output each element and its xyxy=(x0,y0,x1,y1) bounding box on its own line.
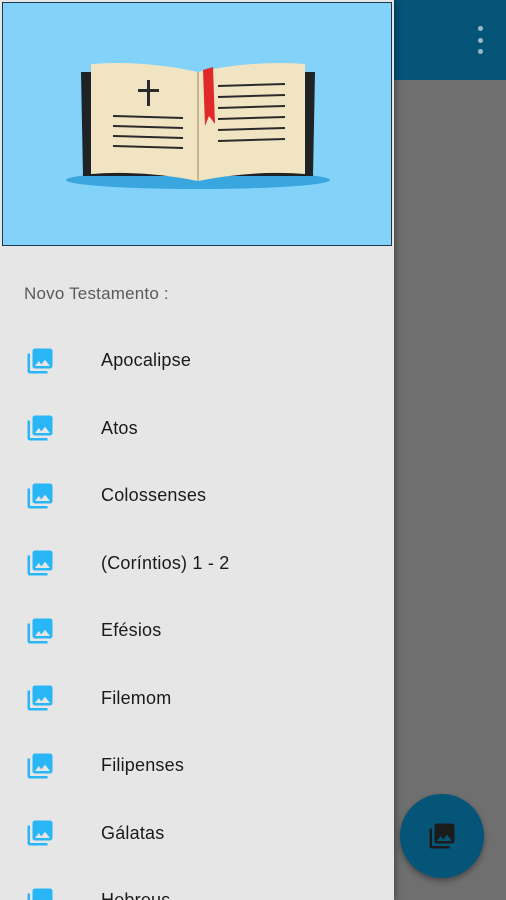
photo-library-icon xyxy=(27,618,53,644)
drawer-menu-item-label: Atos xyxy=(101,417,138,438)
drawer-menu-item[interactable]: Colossenses xyxy=(0,462,394,530)
drawer-menu-item-label: Filemom xyxy=(101,687,172,708)
drawer-menu-item[interactable]: Atos xyxy=(0,395,394,463)
photo-library-icon xyxy=(27,348,53,374)
drawer-menu-item[interactable]: Hebreus xyxy=(0,867,394,900)
photo-library-icon xyxy=(429,823,455,849)
open-bible-illustration xyxy=(66,63,330,189)
navigation-drawer: Novo Testamento : Apocalipse Atos Colossen… xyxy=(0,0,394,900)
section-title: Novo Testamento : xyxy=(24,284,169,303)
drawer-menu-item[interactable]: Efésios xyxy=(0,597,394,665)
drawer-menu-item-label: Efésios xyxy=(101,620,162,641)
drawer-menu-item-label: Apocalipse xyxy=(101,350,192,371)
drawer-menu-item-label: Colossenses xyxy=(101,485,207,506)
photo-library-icon xyxy=(27,483,53,509)
photo-library-icon xyxy=(27,415,53,441)
drawer-menu-item[interactable]: Filipenses xyxy=(0,732,394,800)
photo-library-icon xyxy=(27,888,53,900)
drawer-menu-item[interactable]: Apocalipse xyxy=(0,327,394,395)
more-vert-icon[interactable] xyxy=(472,26,488,54)
photo-library-icon xyxy=(27,753,53,779)
drawer-menu-item[interactable]: Filemom xyxy=(0,665,394,733)
drawer-menu-item-label: (Coríntios) 1 - 2 xyxy=(101,552,230,573)
drawer-menu-item-label: Gálatas xyxy=(101,822,165,843)
photo-library-fab-button[interactable] xyxy=(400,794,484,878)
drawer-menu-item-label: Filipenses xyxy=(101,755,185,776)
drawer-header xyxy=(2,2,392,246)
drawer-menu-item[interactable]: Gálatas xyxy=(0,800,394,868)
photo-library-icon xyxy=(27,685,53,711)
drawer-menu-item-label: Hebreus xyxy=(101,890,170,900)
book-list: Apocalipse Atos Colossenses (Coríntios) 1 -… xyxy=(0,327,394,900)
photo-library-icon xyxy=(27,550,53,576)
drawer-menu-item[interactable]: (Coríntios) 1 - 2 xyxy=(0,530,394,598)
photo-library-icon xyxy=(27,820,53,846)
